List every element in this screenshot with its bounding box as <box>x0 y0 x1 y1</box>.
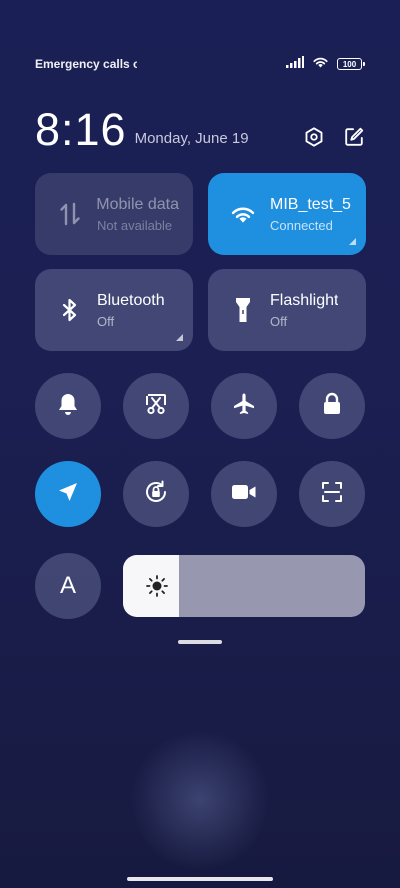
battery-icon: 100 <box>337 58 365 70</box>
wifi-label: MIB_test_5 <box>270 195 351 213</box>
clock-time: 8:16 <box>35 104 127 155</box>
brightness-slider[interactable] <box>123 555 365 617</box>
wifi-icon <box>230 204 256 224</box>
signal-icon <box>286 55 304 73</box>
clock-row: 8:16 Monday, June 19 <box>35 104 365 152</box>
bluetooth-icon <box>57 298 83 322</box>
edit-icon[interactable] <box>343 126 365 148</box>
flashlight-label: Flashlight <box>270 291 339 309</box>
wifi-expand-indicator[interactable] <box>349 238 356 245</box>
scissors-screenshot-icon <box>144 392 168 421</box>
font-size-button[interactable]: A <box>35 553 101 619</box>
mobile-data-icon <box>57 202 83 226</box>
flashlight-icon <box>230 297 256 323</box>
font-size-label: A <box>59 572 76 599</box>
video-camera-icon <box>231 483 257 506</box>
status-icons: 100 <box>286 55 365 73</box>
tile-bluetooth[interactable]: Bluetooth Off <box>35 269 193 351</box>
bell-icon <box>57 392 79 421</box>
toggle-screen-recorder[interactable] <box>211 461 277 527</box>
scan-icon <box>321 481 343 508</box>
rotation-lock-icon <box>143 479 169 510</box>
home-indicator[interactable] <box>127 877 273 881</box>
panel-drag-handle[interactable] <box>178 640 222 644</box>
toggle-screenshot[interactable] <box>123 373 189 439</box>
toggle-scanner[interactable] <box>299 461 365 527</box>
tile-wifi[interactable]: MIB_test_5 Connected <box>208 173 366 255</box>
flashlight-status: Off <box>270 313 288 329</box>
toggle-rotation-lock[interactable] <box>123 461 189 527</box>
wifi-status-icon <box>312 55 329 73</box>
settings-icon[interactable] <box>303 126 325 148</box>
status-bar: Emergency calls o 100 <box>35 55 365 73</box>
clock-date: Monday, June 19 <box>134 130 249 147</box>
mobile-data-label: Mobile data <box>97 195 179 213</box>
bluetooth-expand-indicator[interactable] <box>176 334 183 341</box>
airplane-icon <box>232 392 256 421</box>
location-arrow-icon <box>57 481 79 508</box>
mobile-data-status: Not available <box>97 217 173 233</box>
tile-flashlight[interactable]: Flashlight Off <box>208 269 366 351</box>
status-text: Emergency calls o <box>35 57 137 71</box>
wifi-status: Connected <box>270 217 333 233</box>
toggle-silent[interactable] <box>35 373 101 439</box>
toggle-location[interactable] <box>35 461 101 527</box>
brightness-icon <box>145 574 169 603</box>
bluetooth-status: Off <box>97 313 115 329</box>
lock-icon <box>321 392 343 421</box>
toggle-airplane-mode[interactable] <box>211 373 277 439</box>
tile-mobile-data[interactable]: Mobile data Not available <box>35 173 193 255</box>
bluetooth-label: Bluetooth <box>97 291 165 309</box>
toggle-lock-screen[interactable] <box>299 373 365 439</box>
